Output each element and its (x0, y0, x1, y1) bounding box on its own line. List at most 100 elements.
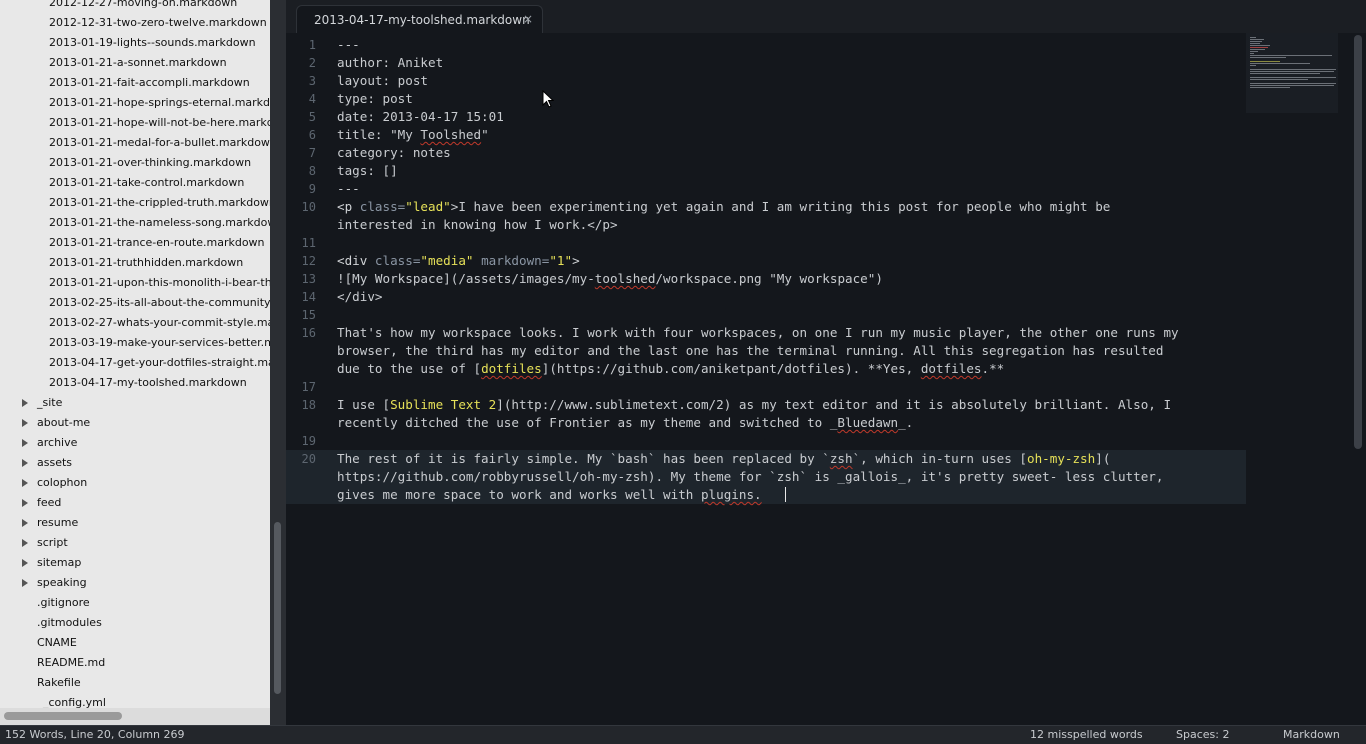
code-token: I use [ (337, 397, 391, 412)
code-token: " (481, 127, 489, 142)
tree-file-item-active[interactable]: 2013-04-17-my-toolshed.markdown (0, 373, 270, 393)
line-text: I use [Sublime Text 2](http://www.sublim… (337, 396, 1217, 414)
line-text: gives me more space to work and works we… (337, 486, 1217, 504)
spellcheck-status[interactable]: 12 misspelled words (1030, 726, 1143, 744)
code-editor[interactable]: 1 --- 2 author: Aniket 3 layout: post 4 … (286, 33, 1366, 725)
file-sidebar[interactable]: 2012-12-27-moving-on.markdown 2012-12-31… (0, 0, 270, 708)
syntax-selector[interactable]: Markdown (1283, 726, 1340, 744)
tree-root-file[interactable]: .gitmodules (0, 613, 270, 633)
tree-folder-site[interactable]: _site (0, 393, 270, 413)
html-tag: > (572, 253, 580, 268)
tab-label: 2013-04-17-my-toolshed.markdown (314, 13, 530, 27)
line-text: https://github.com/robbyrussell/oh-my-zs… (337, 469, 1164, 484)
misspelled-word[interactable]: Toolshed (420, 127, 481, 142)
tree-file-item[interactable]: 2013-01-21-a-sonnet.markdown (0, 53, 270, 73)
tree-file-item[interactable]: 2013-01-21-upon-this-monolith-i-bear-the… (0, 273, 270, 293)
tree-file-item[interactable]: 2013-01-21-over-thinking.markdown (0, 153, 270, 173)
tree-root-file[interactable]: CNAME (0, 633, 270, 653)
tree-folder-feed[interactable]: feed (0, 493, 270, 513)
code-token: title: "My (337, 127, 421, 142)
misspelled-word[interactable]: zsh (830, 451, 853, 466)
tree-folder-archive[interactable]: archive (0, 433, 270, 453)
chevron-right-icon[interactable] (22, 579, 28, 587)
close-icon[interactable]: × (523, 12, 533, 26)
file-tree[interactable]: 2012-12-27-moving-on.markdown 2012-12-31… (0, 0, 270, 708)
tree-file-item[interactable]: 2012-12-31-two-zero-twelve.markdown (0, 13, 270, 33)
tree-file-item[interactable]: 2013-01-21-take-control.markdown (0, 173, 270, 193)
tree-file-item[interactable]: 2013-04-17-get-your-dotfiles-straight.ma… (0, 353, 270, 373)
misspelled-word[interactable]: dotfiles (921, 361, 982, 376)
line-text: tags: [] (337, 163, 398, 178)
chevron-right-icon[interactable] (22, 519, 28, 527)
chevron-right-icon[interactable] (22, 399, 28, 407)
link-text[interactable]: oh-my-zsh (1027, 451, 1095, 466)
html-tag: <p (337, 199, 360, 214)
link-text[interactable]: dotfiles (481, 361, 542, 376)
tree-file-item[interactable]: 2013-02-27-whats-your-commit-style.markd… (0, 313, 270, 333)
tree-file-item[interactable]: 2013-03-19-make-your-services-better.mar… (0, 333, 270, 353)
indentation-selector[interactable]: Spaces: 2 (1176, 726, 1229, 744)
line-number: 16 (301, 326, 316, 340)
tree-file-item[interactable]: 2013-01-21-hope-springs-eternal.markdown (0, 93, 270, 113)
tree-folder-script[interactable]: script (0, 533, 270, 553)
scrollbar-thumb[interactable] (274, 522, 281, 694)
tree-root-file[interactable]: _config.yml (0, 693, 270, 708)
chevron-right-icon[interactable] (22, 479, 28, 487)
tree-file-item[interactable]: 2013-01-21-the-crippled-truth.markdown (0, 193, 270, 213)
chevron-right-icon[interactable] (22, 539, 28, 547)
tree-folder-colophon[interactable]: colophon (0, 473, 270, 493)
link-text[interactable]: Sublime Text 2 (390, 397, 496, 412)
minimap[interactable] (1246, 33, 1338, 113)
line-text: layout: post (337, 73, 428, 88)
tree-file-item[interactable]: 2013-01-21-truthhidden.markdown (0, 253, 270, 273)
tree-root-file[interactable]: README.md (0, 653, 270, 673)
tree-root-file[interactable]: .gitignore (0, 593, 270, 613)
tree-file-item[interactable]: 2013-01-21-fait-accompli.markdown (0, 73, 270, 93)
editor-vertical-scrollbar[interactable] (1350, 33, 1366, 725)
tree-folder-assets[interactable]: assets (0, 453, 270, 473)
misspelled-word[interactable]: toolshed (595, 271, 656, 286)
line-number: 1 (308, 38, 316, 52)
editor-line: 10 <p class="lead">I have been experimen… (286, 198, 1246, 216)
editor-line: 4 type: post (286, 90, 1246, 108)
line-text: date: 2013-04-17 15:01 (337, 109, 504, 124)
folder-label: resume (37, 516, 79, 529)
line-number: 11 (301, 236, 316, 250)
chevron-right-icon[interactable] (22, 499, 28, 507)
folder-label: _site (37, 396, 63, 409)
tree-file-item[interactable]: 2013-01-21-medal-for-a-bullet.markdown (0, 133, 270, 153)
tree-root-file[interactable]: Rakefile (0, 673, 270, 693)
tree-folder-sitemap[interactable]: sitemap (0, 553, 270, 573)
tab-my-toolshed[interactable]: 2013-04-17-my-toolshed.markdown × (296, 5, 543, 33)
folder-label: assets (37, 456, 73, 469)
editor-line: interested in knowing how I work.</p> (286, 216, 1246, 234)
tree-file-item[interactable]: 2013-01-21-the-nameless-song.markdown (0, 213, 270, 233)
tree-folder-about-me[interactable]: about-me (0, 413, 270, 433)
code-token: _. (898, 415, 914, 430)
chevron-right-icon[interactable] (22, 439, 28, 447)
tree-folder-speaking[interactable]: speaking (0, 573, 270, 593)
tree-file-item[interactable]: 2013-01-21-hope-will-not-be-here.markdow… (0, 113, 270, 133)
line-number: 7 (308, 146, 316, 160)
chevron-right-icon[interactable] (22, 559, 28, 567)
misspelled-word[interactable]: plugins. (701, 487, 762, 502)
misspelled-word[interactable]: Bluedawn (837, 415, 898, 430)
chevron-right-icon[interactable] (22, 419, 28, 427)
sidebar-vertical-scrollbar[interactable] (270, 0, 286, 725)
string-value: "1" (549, 253, 573, 268)
editor-line: 16 That's how my workspace looks. I work… (286, 324, 1246, 342)
tab-bar: 2013-04-17-my-toolshed.markdown × (286, 0, 1366, 33)
tree-folder-resume[interactable]: resume (0, 513, 270, 533)
tree-file-item[interactable]: 2013-02-25-its-all-about-the-community.m… (0, 293, 270, 313)
sidebar-horizontal-scrollbar[interactable] (0, 708, 270, 725)
scrollbar-thumb[interactable] (4, 712, 122, 720)
line-text: interested in knowing how I work.</p> (337, 217, 618, 232)
folder-label: colophon (37, 476, 88, 489)
tree-file-item[interactable]: 2013-01-21-trance-en-route.markdown (0, 233, 270, 253)
chevron-right-icon[interactable] (22, 459, 28, 467)
tree-file-item[interactable]: 2013-01-19-lights--sounds.markdown (0, 33, 270, 53)
scrollbar-thumb[interactable] (1354, 35, 1362, 449)
line-text: category: notes (337, 145, 451, 160)
tree-file-item[interactable]: 2012-12-27-moving-on.markdown (0, 0, 270, 13)
line-number: 18 (301, 398, 316, 412)
